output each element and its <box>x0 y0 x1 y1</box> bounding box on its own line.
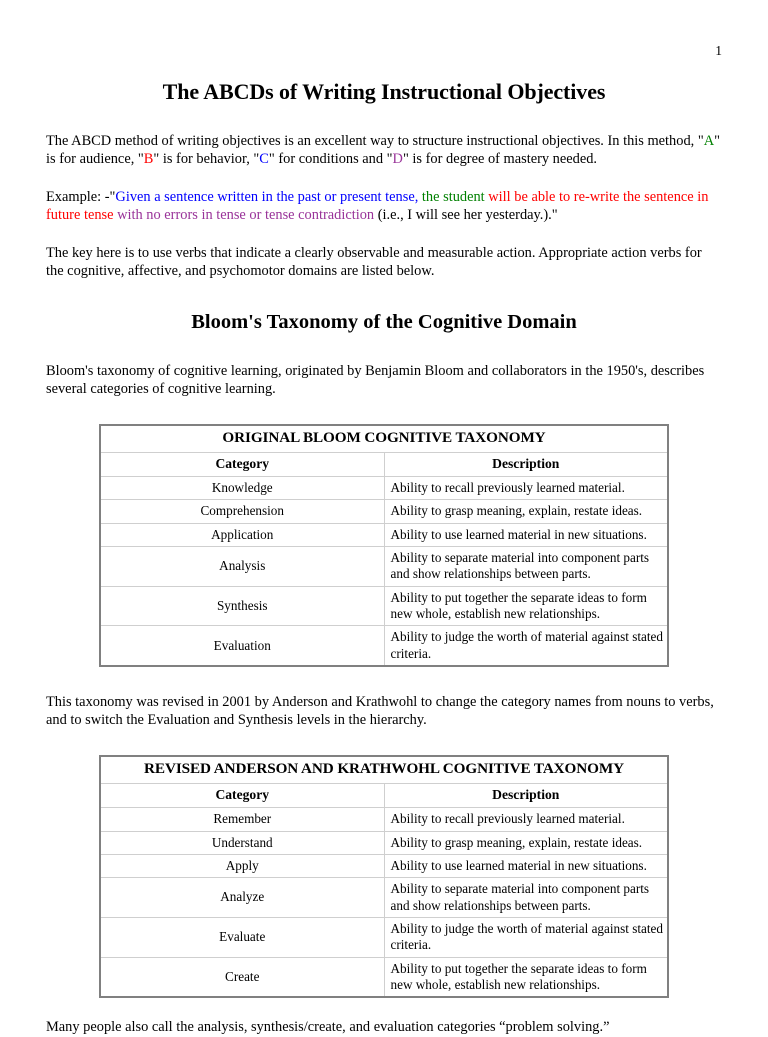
letter-b: B <box>143 150 154 167</box>
description-cell: Ability to use learned material in new s… <box>383 522 669 548</box>
document-page: 1 The ABCDs of Writing Instructional Obj… <box>0 0 768 1035</box>
category-cell: Evaluation <box>99 625 385 667</box>
description-cell: Ability to separate material into compon… <box>383 877 669 918</box>
page-title: The ABCDs of Writing Instructional Objec… <box>162 79 606 104</box>
letter-a: A <box>703 132 715 149</box>
description-cell: Ability to grasp meaning, explain, resta… <box>383 830 669 855</box>
table-row: Synthesis Ability to put together the se… <box>99 585 669 627</box>
category-cell: Understand <box>99 830 385 855</box>
table-title: REVISED ANDERSON AND KRATHWOHL COGNITIVE… <box>99 755 669 785</box>
intro-text-part1: The ABCD method of writing objectives is… <box>46 132 704 149</box>
example-label: Example: -" <box>46 188 116 205</box>
category-cell: Create <box>99 956 385 998</box>
between-tables-paragraph: This taxonomy was revised in 2001 by And… <box>46 694 714 729</box>
letter-c: C <box>259 150 269 167</box>
table-row: Apply Ability to use learned material in… <box>99 853 669 879</box>
description-cell: Ability to put together the separate ide… <box>383 585 669 627</box>
closing-paragraph: Many people also call the analysis, synt… <box>46 1019 610 1036</box>
category-cell: Comprehension <box>99 499 385 524</box>
category-cell: Synthesis <box>99 585 385 627</box>
bloom-intro-paragraph: Bloom's taxonomy of cognitive learning, … <box>46 362 705 398</box>
intro-text-part4: " for conditions and " <box>268 150 393 167</box>
revised-taxonomy-table: REVISED ANDERSON AND KRATHWOHL COGNITIVE… <box>99 755 669 999</box>
table-row: Knowledge Ability to recall previously l… <box>99 475 669 501</box>
column-header-category: Category <box>99 783 385 809</box>
table-row: Remember Ability to recall previously le… <box>99 807 669 832</box>
intro-text-part3: " is for behavior, " <box>153 150 260 167</box>
table-row: Evaluate Ability to judge the worth of m… <box>99 916 669 958</box>
table-row: Create Ability to put together the separ… <box>99 956 669 998</box>
table-title: ORIGINAL BLOOM COGNITIVE TAXONOMY <box>99 424 669 454</box>
page-number: 1 <box>715 43 722 58</box>
key-note-paragraph: The key here is to use verbs that indica… <box>46 245 702 280</box>
example-paragraph: Example: -"Given a sentence written in t… <box>46 188 722 224</box>
intro-paragraph: The ABCD method of writing objectives is… <box>46 132 722 168</box>
original-taxonomy-table: ORIGINAL BLOOM COGNITIVE TAXONOMY Catego… <box>99 424 669 668</box>
table-header-row: Category Description <box>99 783 669 809</box>
description-cell: Ability to put together the separate ide… <box>383 956 669 998</box>
table-row: Analyze Ability to separate material int… <box>99 877 669 918</box>
category-cell: Knowledge <box>99 475 385 501</box>
description-cell: Ability to judge the worth of material a… <box>383 625 669 667</box>
category-cell: Analysis <box>99 546 385 587</box>
table-row: Analysis Ability to separate material in… <box>99 546 669 587</box>
category-cell: Remember <box>99 807 385 832</box>
example-condition: Given a sentence written in the past or … <box>115 188 419 205</box>
column-header-description: Description <box>383 783 669 809</box>
description-cell: Ability to recall previously learned mat… <box>383 475 669 501</box>
description-cell: Ability to grasp meaning, explain, resta… <box>383 499 669 524</box>
section-title-bloom: Bloom's Taxonomy of the Cognitive Domain <box>191 311 577 334</box>
example-degree: with no errors in tense or tense contrad… <box>113 206 375 223</box>
table-header-row: Category Description <box>99 452 669 477</box>
category-cell: Evaluate <box>99 916 385 958</box>
description-cell: Ability to separate material into compon… <box>383 546 669 587</box>
table-row: Application Ability to use learned mater… <box>99 522 669 548</box>
description-cell: Ability to recall previously learned mat… <box>383 807 669 832</box>
table-row: Understand Ability to grasp meaning, exp… <box>99 830 669 855</box>
column-header-description: Description <box>383 452 669 477</box>
letter-d: D <box>392 150 403 167</box>
category-cell: Apply <box>99 853 385 879</box>
description-cell: Ability to use learned material in new s… <box>383 853 669 879</box>
table-row: Comprehension Ability to grasp meaning, … <box>99 499 669 524</box>
document-content: The ABCDs of Writing Instructional Objec… <box>46 78 722 1037</box>
description-cell: Ability to judge the worth of material a… <box>383 916 669 958</box>
example-audience: the student <box>418 188 485 205</box>
table-title-row: ORIGINAL BLOOM COGNITIVE TAXONOMY <box>99 424 669 454</box>
original-taxonomy-table-wrap: ORIGINAL BLOOM COGNITIVE TAXONOMY Catego… <box>46 424 722 668</box>
intro-text-part5: " is for degree of mastery needed. <box>402 150 598 167</box>
category-cell: Application <box>99 522 385 548</box>
column-header-category: Category <box>99 452 385 477</box>
table-row: Evaluation Ability to judge the worth of… <box>99 625 669 667</box>
category-cell: Analyze <box>99 877 385 918</box>
example-tail: (i.e., I will see her yesterday.)." <box>374 206 558 223</box>
table-title-row: REVISED ANDERSON AND KRATHWOHL COGNITIVE… <box>99 755 669 785</box>
revised-taxonomy-table-wrap: REVISED ANDERSON AND KRATHWOHL COGNITIVE… <box>46 755 722 999</box>
